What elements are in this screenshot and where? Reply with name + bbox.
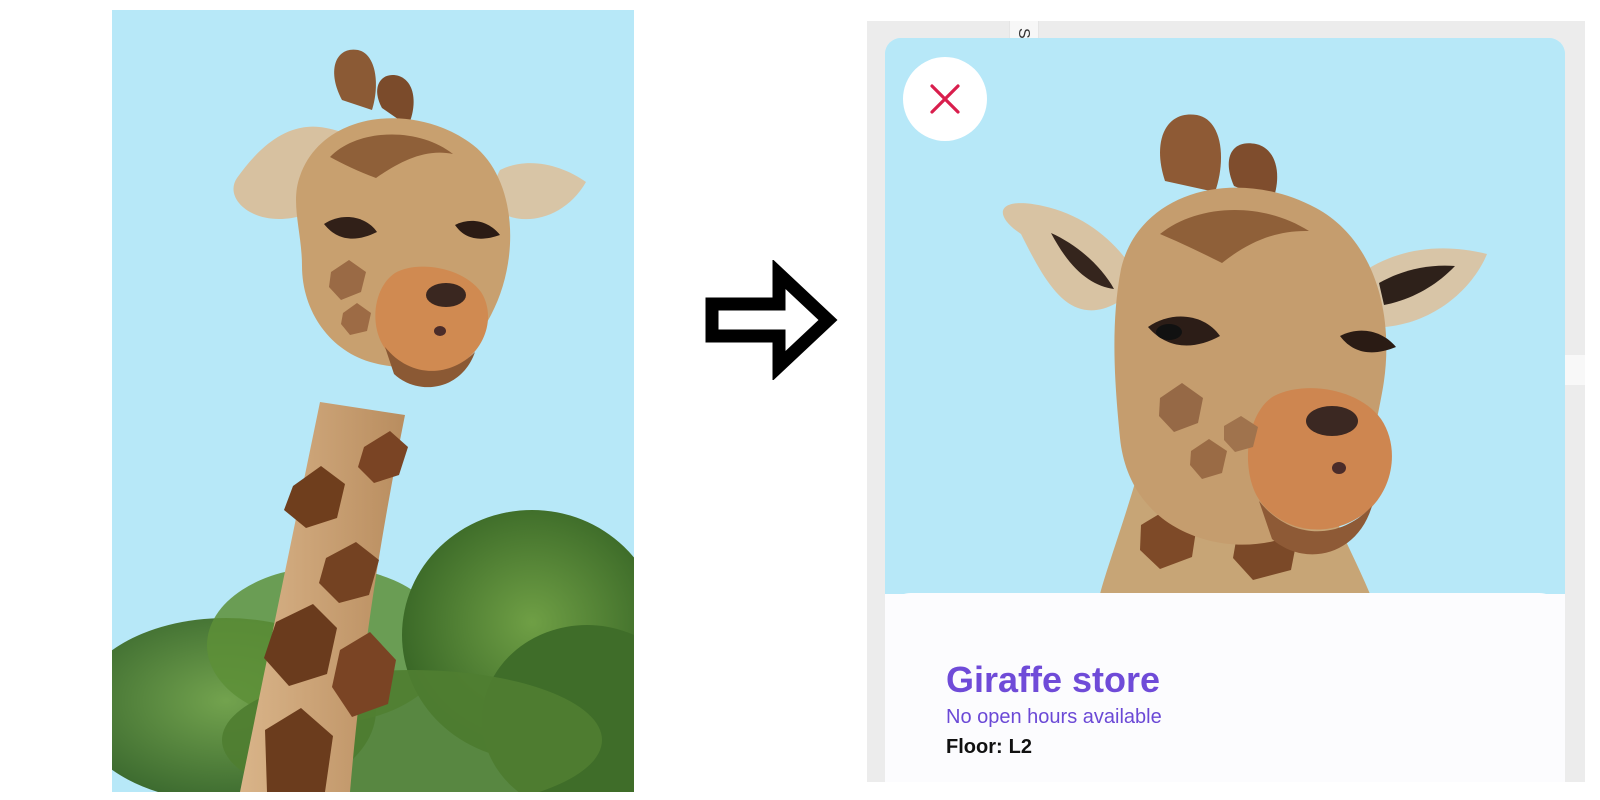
arrow-right-icon [700, 260, 840, 380]
close-icon [930, 84, 960, 114]
floor-value: L2 [1008, 736, 1032, 758]
floor-label: Floor: [946, 736, 1003, 758]
source-giraffe-photo [112, 10, 634, 792]
floor-info: Floor: L2 [946, 735, 1032, 759]
store-hero-image [885, 38, 1565, 594]
close-button[interactable] [903, 57, 987, 141]
side-tab-text: S [1015, 28, 1032, 39]
background-strip [1563, 355, 1585, 385]
store-info-panel: Giraffe store No open hours available Fl… [885, 593, 1565, 782]
giraffe-photo-illustration [112, 10, 634, 792]
comparison-screen: S Giraffe store No open hours available … [0, 0, 1600, 800]
store-detail-app-window: S Giraffe store No open hours available … [867, 21, 1585, 782]
open-hours-text: No open hours available [946, 706, 1162, 728]
store-detail-card: Giraffe store No open hours available Fl… [885, 38, 1565, 782]
giraffe-hero-illustration [885, 38, 1565, 594]
store-title: Giraffe store [946, 659, 1161, 700]
